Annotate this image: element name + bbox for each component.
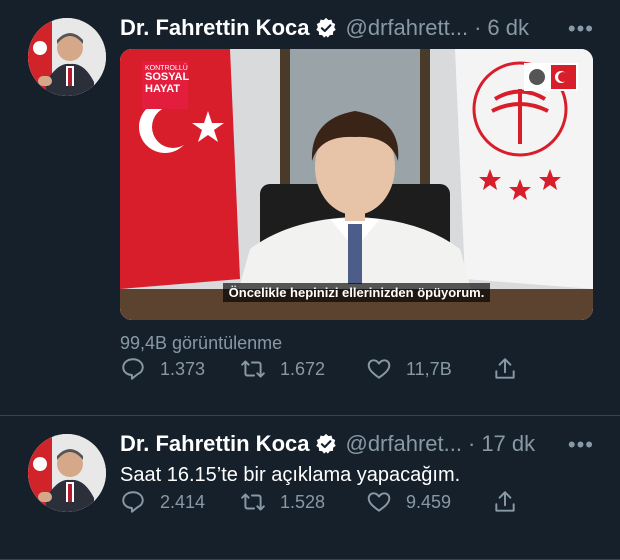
separator-dot: ·	[467, 431, 476, 456]
video-frame	[120, 49, 593, 320]
reply-count: 2.414	[160, 491, 206, 512]
like-icon	[367, 492, 391, 512]
share-button[interactable]	[492, 489, 532, 515]
tweet-2[interactable]: Dr. Fahrettin Koca @drfahret... · 17 dk …	[0, 416, 620, 560]
reply-button[interactable]: 1.373	[120, 356, 205, 382]
more-icon[interactable]: •••	[568, 16, 594, 42]
author-name[interactable]: Dr. Fahrettin Koca	[120, 15, 309, 41]
video-caption: Öncelikle hepinizi ellerinizden öpüyorum…	[120, 283, 593, 302]
like-count: 11,7B	[406, 358, 452, 379]
like-button[interactable]: 9.459	[366, 489, 451, 515]
retweet-button[interactable]: 1.672	[240, 356, 325, 382]
retweet-icon	[241, 360, 265, 378]
tweet-text: Saat 16.15’te bir açıklama yapacağım.	[120, 464, 461, 486]
tweet-header: Dr. Fahrettin Koca @drfahrett... · 6 dk …	[120, 14, 604, 42]
share-button[interactable]	[492, 356, 532, 382]
like-button[interactable]: 11,7B	[366, 356, 452, 382]
avatar-image	[28, 18, 106, 96]
tweet-header: Dr. Fahrettin Koca @drfahret... · 17 dk …	[120, 430, 604, 458]
author-handle[interactable]: @drfahrett...	[345, 15, 468, 41]
reply-icon	[122, 491, 144, 513]
share-icon	[495, 491, 515, 512]
verified-badge-icon	[316, 433, 337, 454]
avatar[interactable]	[28, 18, 106, 96]
more-icon[interactable]: •••	[568, 432, 594, 458]
retweet-count: 1.672	[280, 358, 326, 379]
caption-text: Öncelikle hepinizi ellerinizden öpüyorum…	[222, 283, 491, 302]
retweet-count: 1.528	[280, 491, 326, 512]
author-name[interactable]: Dr. Fahrettin Koca	[120, 431, 309, 457]
tweet-1[interactable]: Dr. Fahrettin Koca @drfahrett... · 6 dk …	[0, 0, 620, 416]
program-badge: KONTROLLÜ SOSYAL HAYAT	[142, 61, 189, 109]
like-icon	[367, 359, 391, 379]
badge-text-2: HAYAT	[145, 82, 181, 95]
share-icon	[495, 358, 515, 379]
author-handle[interactable]: @drfahret...	[345, 431, 462, 457]
reply-count: 1.373	[160, 358, 206, 379]
timestamp[interactable]: 6 dk	[487, 15, 529, 41]
retweet-icon	[241, 493, 265, 511]
timestamp[interactable]: 17 dk	[481, 431, 535, 457]
avatar-image	[28, 434, 106, 512]
like-count: 9.459	[406, 491, 452, 512]
verified-badge-icon	[316, 17, 337, 38]
view-count: 99,4B görüntülenme	[120, 333, 283, 353]
avatar[interactable]	[28, 434, 106, 512]
video-player[interactable]: KONTROLLÜ SOSYAL HAYAT Öncelikle hepiniz…	[120, 49, 593, 320]
separator-dot: ·	[474, 15, 482, 40]
reply-button[interactable]: 2.414	[120, 489, 205, 515]
retweet-button[interactable]: 1.528	[240, 489, 325, 515]
reply-icon	[122, 358, 144, 380]
